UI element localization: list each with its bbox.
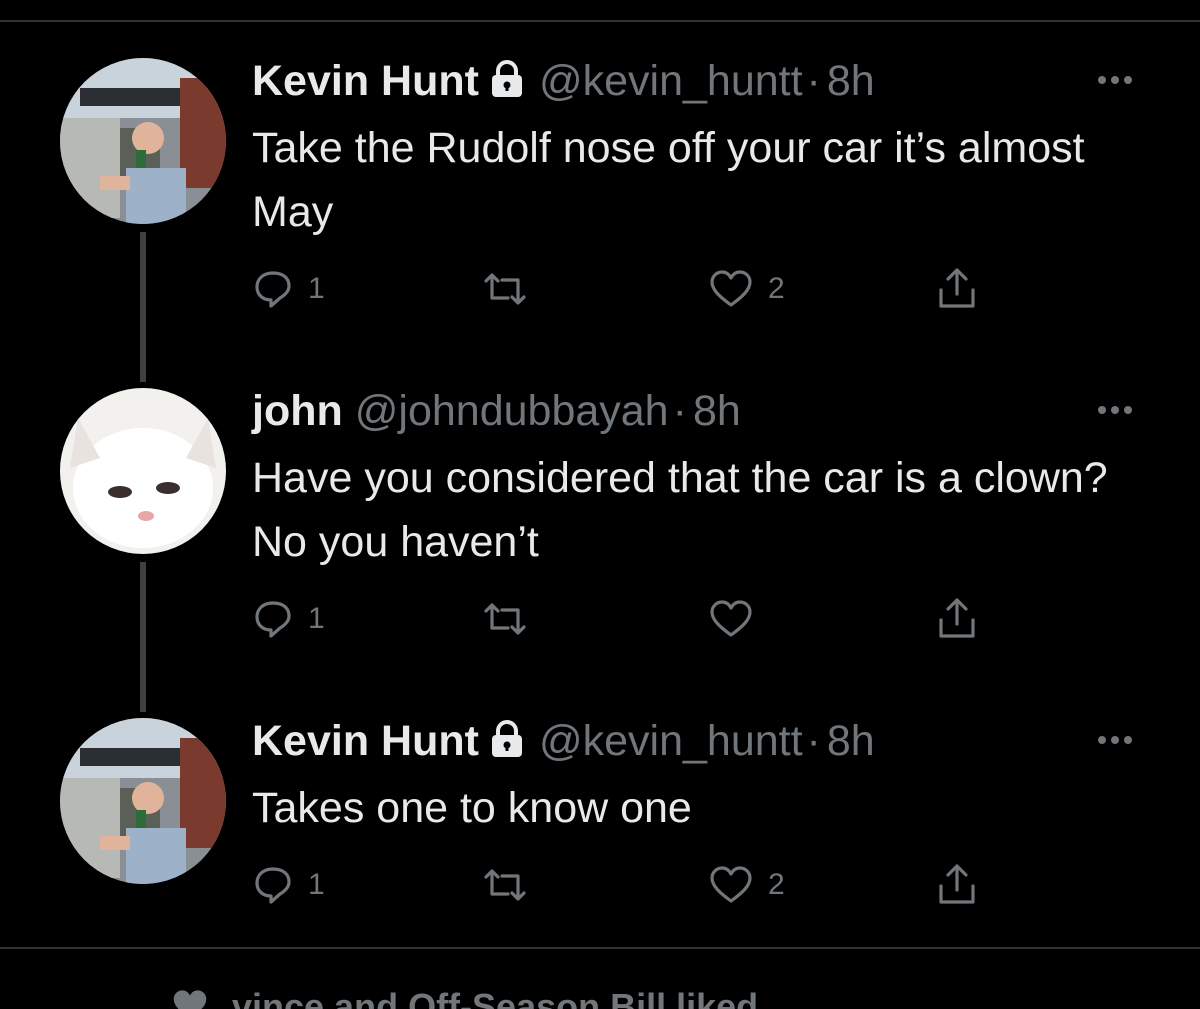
share-icon <box>939 598 975 638</box>
tweet-text: Have you considered that the car is a cl… <box>252 454 1108 566</box>
reply-button[interactable]: 1 <box>252 860 325 910</box>
liked-by-text: vince and Off-Season Bill liked <box>232 986 759 1009</box>
reply-count: 1 <box>308 868 325 901</box>
retweet-icon <box>484 603 526 635</box>
author-handle[interactable]: @kevin_huntt <box>539 57 803 105</box>
share-icon <box>939 864 975 904</box>
tweet-header: Kevin Hunt @kevin_huntt· 8h <box>252 56 875 110</box>
separator-dot: · <box>672 387 687 435</box>
heart-filled-icon <box>170 987 210 1009</box>
thread-connector-line <box>140 562 146 712</box>
separator-dot: · <box>806 717 821 765</box>
retweet-button[interactable] <box>478 860 546 910</box>
retweet-icon <box>484 273 526 305</box>
separator-dot: · <box>806 57 821 105</box>
bottom-divider <box>0 947 1200 949</box>
author-name[interactable]: Kevin Hunt <box>252 57 479 105</box>
avatar-john[interactable] <box>60 388 226 554</box>
reply-count: 1 <box>308 602 325 635</box>
author-handle[interactable]: @kevin_huntt <box>539 717 803 765</box>
tweet-time[interactable]: 8h <box>827 717 875 765</box>
conversation-thread: Kevin Hunt @kevin_huntt· 8h Take the Rudol… <box>0 0 1200 1009</box>
avatar-kevin-hunt[interactable] <box>60 718 226 884</box>
retweet-icon <box>484 869 526 901</box>
tweet-actions: 1 2 <box>252 264 1012 314</box>
heart-icon <box>710 866 752 903</box>
tweet-header: Kevin Hunt @kevin_huntt· 8h <box>252 716 875 770</box>
more-dots-icon <box>1098 76 1132 84</box>
like-count: 2 <box>768 868 785 901</box>
share-button[interactable] <box>936 264 978 314</box>
share-button[interactable] <box>936 594 978 644</box>
reply-icon <box>255 867 291 904</box>
more-dots-icon <box>1098 406 1132 414</box>
man-drinking-photo-icon <box>60 718 226 884</box>
avatar-kevin-hunt[interactable] <box>60 58 226 224</box>
reply-button[interactable]: 1 <box>252 594 325 644</box>
reply-count: 1 <box>308 272 325 305</box>
tweet-actions: 1 2 <box>252 860 1012 910</box>
heart-icon <box>710 600 752 637</box>
tweet-time[interactable]: 8h <box>693 387 741 435</box>
thread-connector-line <box>140 232 146 382</box>
tweet-actions: 1 <box>252 594 1012 644</box>
retweet-button[interactable] <box>478 594 546 644</box>
lock-icon <box>487 719 527 770</box>
reply-button[interactable]: 1 <box>252 264 325 314</box>
share-button[interactable] <box>936 860 978 910</box>
tweet-text: Takes one to know one <box>252 784 692 832</box>
tweet-header: john @johndubbayah· 8h <box>252 386 741 436</box>
white-cat-photo-icon <box>60 388 226 554</box>
like-button[interactable]: 2 <box>708 860 785 910</box>
tweet-time[interactable]: 8h <box>827 57 875 105</box>
reply-icon <box>255 271 291 308</box>
author-handle[interactable]: @johndubbayah <box>355 387 669 435</box>
man-drinking-photo-icon <box>60 58 226 224</box>
retweet-button[interactable] <box>478 264 546 314</box>
more-options-button[interactable] <box>1090 68 1140 92</box>
more-dots-icon <box>1098 736 1132 744</box>
liked-by-row[interactable]: vince and Off-Season Bill liked <box>170 986 758 1009</box>
more-options-button[interactable] <box>1090 728 1140 752</box>
heart-icon <box>710 270 752 307</box>
like-button[interactable]: 2 <box>708 264 785 314</box>
lock-icon <box>487 59 527 110</box>
like-count: 2 <box>768 272 785 305</box>
more-options-button[interactable] <box>1090 398 1140 422</box>
top-divider <box>0 20 1200 22</box>
reply-icon <box>255 601 291 638</box>
like-button[interactable] <box>708 594 768 644</box>
tweet-text: Take the Rudolf nose off your car it’s a… <box>252 124 1085 236</box>
author-name[interactable]: Kevin Hunt <box>252 717 479 765</box>
share-icon <box>939 268 975 308</box>
author-name[interactable]: john <box>252 387 343 435</box>
